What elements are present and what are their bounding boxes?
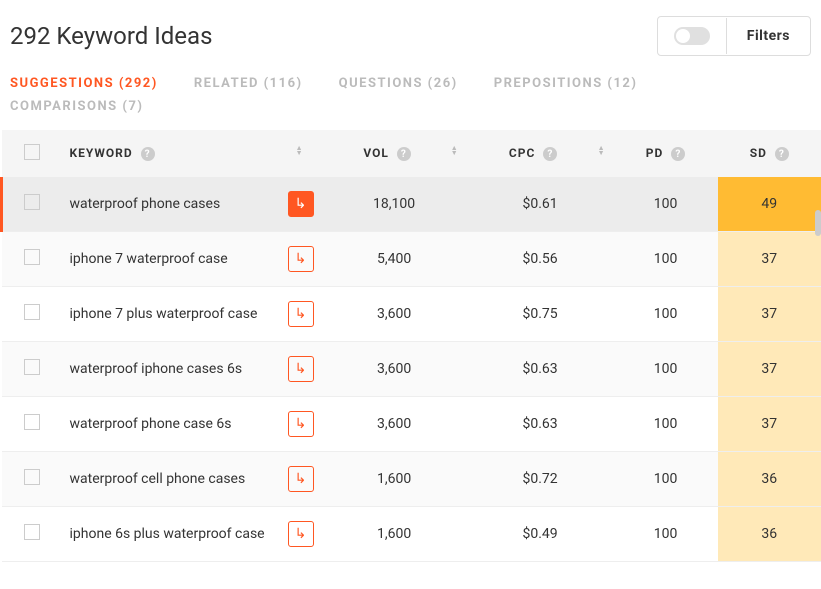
- vol-cell: 1,600: [322, 452, 467, 507]
- cpc-cell: $0.72: [467, 452, 614, 507]
- keyword-text: iphone 7 plus waterproof case: [70, 305, 280, 323]
- cpc-cell: $0.49: [467, 507, 614, 562]
- keywords-table: KEYWORD ? ▲▼ VOL ? ▲▼ CPC ? ▲▼ PD ? SD ?: [0, 130, 821, 562]
- header-controls: Filters: [657, 16, 811, 56]
- filters-button[interactable]: Filters: [726, 18, 810, 54]
- column-header-sd[interactable]: SD ?: [718, 130, 821, 177]
- arrow-right-icon: ↳: [295, 362, 307, 376]
- cpc-cell: $0.56: [467, 232, 614, 287]
- pd-label: PD: [646, 146, 664, 160]
- vol-cell: 3,600: [322, 287, 467, 342]
- sd-cell: 37: [718, 342, 821, 397]
- tabs-nav: SUGGESTIONS (292) RELATED (116) QUESTIONS …: [0, 64, 821, 130]
- sort-icon[interactable]: ▲▼: [296, 146, 304, 156]
- pd-cell: 100: [614, 287, 718, 342]
- arrow-right-icon: ↳: [295, 252, 307, 266]
- vol-cell: 3,600: [322, 342, 467, 397]
- expand-keyword-button[interactable]: ↳: [288, 521, 314, 547]
- pd-cell: 100: [614, 397, 718, 452]
- help-icon[interactable]: ?: [775, 147, 789, 161]
- keyword-text: waterproof phone case 6s: [70, 415, 280, 433]
- page-title: 292 Keyword Ideas: [10, 22, 212, 50]
- keyword-text: waterproof iphone cases 6s: [70, 360, 280, 378]
- tab-3[interactable]: PREPOSITIONS (12): [494, 72, 638, 95]
- row-checkbox[interactable]: [24, 304, 40, 320]
- row-checkbox[interactable]: [24, 469, 40, 485]
- toggle-switch[interactable]: [658, 17, 726, 55]
- arrow-right-icon: ↳: [295, 472, 307, 486]
- sort-icon[interactable]: ▲▼: [451, 146, 459, 156]
- row-checkbox[interactable]: [24, 359, 40, 375]
- sort-icon[interactable]: ▲▼: [598, 146, 606, 156]
- help-icon[interactable]: ?: [671, 147, 685, 161]
- keyword-label: KEYWORD: [70, 146, 133, 160]
- arrow-right-icon: ↳: [295, 417, 307, 431]
- pd-cell: 100: [614, 177, 718, 232]
- table-row: iphone 7 plus waterproof case ↳ 3,600$0.75…: [2, 287, 821, 342]
- pd-cell: 100: [614, 507, 718, 562]
- scrollbar-indicator[interactable]: [815, 210, 821, 236]
- row-checkbox[interactable]: [24, 414, 40, 430]
- sd-cell: 37: [718, 287, 821, 342]
- expand-keyword-button[interactable]: ↳: [288, 191, 314, 217]
- tab-0[interactable]: SUGGESTIONS (292): [10, 72, 158, 95]
- help-icon[interactable]: ?: [141, 147, 155, 161]
- table-row: waterproof iphone cases 6s ↳ 3,600$0.63100…: [2, 342, 821, 397]
- expand-keyword-button[interactable]: ↳: [288, 466, 314, 492]
- sd-cell: 49: [718, 177, 821, 232]
- sd-cell: 36: [718, 452, 821, 507]
- column-header-vol[interactable]: VOL ? ▲▼: [322, 130, 467, 177]
- row-checkbox[interactable]: [24, 524, 40, 540]
- pd-cell: 100: [614, 452, 718, 507]
- tab-1[interactable]: RELATED (116): [194, 72, 303, 95]
- tab-2[interactable]: QUESTIONS (26): [339, 72, 458, 95]
- vol-cell: 5,400: [322, 232, 467, 287]
- table-row: waterproof phone cases ↳ 18,100$0.6110049: [2, 177, 821, 232]
- expand-keyword-button[interactable]: ↳: [288, 411, 314, 437]
- pd-cell: 100: [614, 232, 718, 287]
- select-all-checkbox[interactable]: [24, 144, 40, 160]
- table-row: iphone 7 waterproof case ↳ 5,400$0.5610037: [2, 232, 821, 287]
- keyword-text: waterproof phone cases: [70, 195, 280, 213]
- sd-cell: 37: [718, 397, 821, 452]
- arrow-right-icon: ↳: [295, 197, 307, 211]
- arrow-right-icon: ↳: [295, 527, 307, 541]
- row-checkbox[interactable]: [24, 249, 40, 265]
- expand-keyword-button[interactable]: ↳: [288, 301, 314, 327]
- row-checkbox[interactable]: [24, 194, 40, 210]
- cpc-cell: $0.63: [467, 342, 614, 397]
- vol-label: VOL: [363, 146, 389, 160]
- keyword-text: iphone 7 waterproof case: [70, 250, 280, 268]
- vol-cell: 3,600: [322, 397, 467, 452]
- vol-cell: 1,600: [322, 507, 467, 562]
- table-row: waterproof cell phone cases ↳ 1,600$0.7210…: [2, 452, 821, 507]
- tab-4[interactable]: COMPARISONS (7): [10, 95, 144, 118]
- sd-cell: 36: [718, 507, 821, 562]
- expand-keyword-button[interactable]: ↳: [288, 246, 314, 272]
- vol-cell: 18,100: [322, 177, 467, 232]
- help-icon[interactable]: ?: [397, 147, 411, 161]
- column-header-cpc[interactable]: CPC ? ▲▼: [467, 130, 614, 177]
- column-header-checkbox: [2, 130, 62, 177]
- column-header-pd[interactable]: PD ?: [614, 130, 718, 177]
- cpc-cell: $0.61: [467, 177, 614, 232]
- cpc-label: CPC: [509, 146, 535, 160]
- cpc-cell: $0.75: [467, 287, 614, 342]
- column-header-keyword[interactable]: KEYWORD ? ▲▼: [62, 130, 322, 177]
- help-icon[interactable]: ?: [543, 147, 557, 161]
- sd-label: SD: [750, 146, 767, 160]
- arrow-right-icon: ↳: [295, 307, 307, 321]
- table-row: waterproof phone case 6s ↳ 3,600$0.6310037: [2, 397, 821, 452]
- pd-cell: 100: [614, 342, 718, 397]
- keyword-text: waterproof cell phone cases: [70, 470, 280, 488]
- expand-keyword-button[interactable]: ↳: [288, 356, 314, 382]
- sd-cell: 37: [718, 232, 821, 287]
- keyword-text: iphone 6s plus waterproof case: [70, 525, 280, 543]
- table-row: iphone 6s plus waterproof case ↳ 1,600$0.4…: [2, 507, 821, 562]
- cpc-cell: $0.63: [467, 397, 614, 452]
